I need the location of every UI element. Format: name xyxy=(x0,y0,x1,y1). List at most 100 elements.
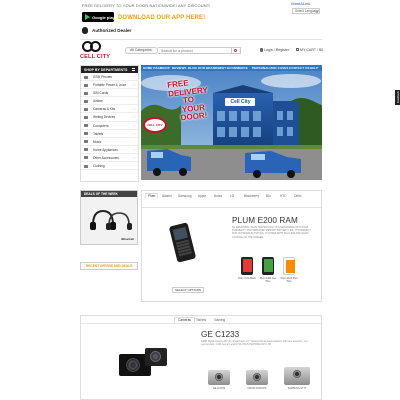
variant-phone-1[interactable] xyxy=(241,257,253,275)
language-label: Select Language xyxy=(295,9,319,13)
google-play-label: Google play xyxy=(92,14,115,20)
sidebar-item-writing-devices[interactable]: Writing Devices › xyxy=(81,113,138,122)
tab-tablets[interactable]: Tablets xyxy=(196,318,206,322)
sidebar-item-portable-power[interactable]: Portable Power & Juice › xyxy=(81,81,138,90)
top-bar: FREE DELIVERY TO YOUR DOOR NATIONWIDE! A… xyxy=(0,0,400,11)
tab-htc[interactable]: HTC xyxy=(280,194,287,198)
free-shipping-text: FREE DELIVERY TO YOUR DOOR NATIONWIDE! A… xyxy=(82,3,211,8)
variant-label-1[interactable]: GE J1470S xyxy=(207,387,231,390)
nav-shop[interactable]: SHOP xyxy=(161,66,170,70)
sidebar-item-computers[interactable]: Computers › xyxy=(81,122,138,130)
sidebar-item-sim-cards[interactable]: SIM Cards xyxy=(81,89,138,98)
music-icon xyxy=(84,140,88,144)
deals-brand: iBlueCell xyxy=(121,237,134,241)
brand-tabs: Plum Alcatel Samsung Apple Nokia LG Blac… xyxy=(142,191,321,208)
sidebar-item-music[interactable]: Music xyxy=(81,138,138,146)
variant-camera-3[interactable] xyxy=(284,367,310,385)
sign-badge-label: CELL CITY xyxy=(147,123,163,127)
nav-contact-us[interactable]: CONTACT US xyxy=(289,66,309,70)
tab-apple[interactable]: Apple xyxy=(198,194,206,198)
feedback-tab[interactable]: Feedback xyxy=(395,90,400,105)
tab-nokia[interactable]: Nokia xyxy=(214,194,222,198)
product-image-camera-back[interactable] xyxy=(145,348,167,366)
variant-camera-1[interactable] xyxy=(208,370,230,385)
site-logo[interactable]: CELL CITY xyxy=(80,40,110,62)
download-app-link[interactable]: DOWNLOAD OUR APP HERE! xyxy=(118,15,205,21)
camera-lens xyxy=(215,373,223,381)
sidebar-item-tablets[interactable]: Tablets › xyxy=(81,130,138,138)
phone-screen xyxy=(172,226,188,241)
sidebar-header[interactable]: SHOP BY DEPARTMENTS xyxy=(81,66,138,73)
cart-link[interactable]: MY CART / $0 xyxy=(300,48,323,52)
tab-orbic[interactable]: Orbic xyxy=(294,194,302,198)
nav-home[interactable]: HOME PAGE xyxy=(143,66,162,70)
tab-gaming[interactable]: Gaming xyxy=(214,318,225,322)
nav-personalized-cases[interactable]: PERSONALIZED CASES xyxy=(252,66,288,70)
sidebar-item-label: Portable Power & Juice xyxy=(93,83,127,88)
department-sidebar: SHOP BY DEPARTMENTS GSM Phones › Portable… xyxy=(80,65,139,182)
nav-help[interactable]: HELP xyxy=(310,66,318,70)
product-title[interactable]: PLUM E200 RAM xyxy=(232,216,298,225)
variant-label-3[interactable]: SAMSUNG ST77 xyxy=(285,387,309,390)
battery-icon xyxy=(84,83,88,87)
product-title[interactable]: GE C1233 xyxy=(201,330,239,339)
phone-screen xyxy=(263,259,273,272)
nav-our-brands[interactable]: OUR BRANDS xyxy=(198,66,219,70)
hero-banner[interactable]: FREE DELIVERY TO YOUR DOOR! CELL CITY Ce… xyxy=(141,71,322,180)
sim-card-icon xyxy=(84,91,88,95)
authorized-dealer-label: Authorized Dealer xyxy=(92,28,132,33)
variant-label-2[interactable]: Plum Z101 Axe Plus xyxy=(258,277,278,283)
sidebar-item-cameras[interactable]: Cameras & Kits › xyxy=(81,105,138,114)
menu-icon xyxy=(132,68,135,71)
variant-label-1[interactable]: Plum X PA Black xyxy=(237,277,257,280)
sidebar-item-other-accessories[interactable]: Other Accessories › xyxy=(81,154,138,163)
nav-blog[interactable]: BLOG xyxy=(188,66,197,70)
product-image-phone[interactable] xyxy=(168,222,197,263)
search-input[interactable] xyxy=(158,47,232,54)
tab-blackberry[interactable]: Blackberry xyxy=(244,194,259,198)
weblink[interactable]: WantALink xyxy=(291,1,310,6)
appliance-icon xyxy=(84,148,88,152)
google-play-icon xyxy=(85,14,90,20)
tab-plum[interactable]: Plum xyxy=(145,193,159,198)
recent-offers-link[interactable]: RECENT OFFERS AND DEALS xyxy=(80,262,138,270)
sidebar-item-airtime[interactable]: Airtime xyxy=(81,97,138,106)
product-description: 3G DESIGNING. PLUM TECHNOLOGY IS A NEW B… xyxy=(232,226,311,239)
variant-label-2[interactable]: NIKON COOLPIX xyxy=(245,387,269,390)
tab-alcatel[interactable]: Alcatel xyxy=(162,194,172,198)
feedback-label: Feedback xyxy=(395,91,400,104)
category-select[interactable]: All Categories xyxy=(125,47,158,54)
tab-lg[interactable]: LG xyxy=(230,194,234,198)
variant-phone-2[interactable] xyxy=(262,257,274,275)
sidebar-item-label: Clothing xyxy=(93,164,105,169)
sidebar-item-clothing[interactable]: Clothing xyxy=(81,162,138,171)
tab-blu[interactable]: Blu xyxy=(266,194,271,198)
sidebar-item-label: Other Accessories xyxy=(93,155,119,160)
variant-label-3[interactable]: Plum Z100 Plus Plus xyxy=(279,277,299,283)
tab-cameras[interactable]: Cameras xyxy=(174,317,195,323)
nav-reviews[interactable]: REVIEWS xyxy=(172,66,187,70)
chevron-right-icon: › xyxy=(133,106,135,112)
user-icon xyxy=(260,48,263,52)
login-register-link[interactable]: Login / Register xyxy=(264,48,289,52)
phone-icon xyxy=(84,75,88,79)
store-badge-sign: CELL CITY xyxy=(143,117,167,133)
sidebar-item-label: SIM Cards xyxy=(93,91,109,96)
pen-icon xyxy=(84,115,88,119)
tab-samsung[interactable]: Samsung xyxy=(178,194,191,198)
sidebar-item-label: Airtime xyxy=(93,99,103,104)
sidebar-item-home-appliances[interactable]: Home Appliances › xyxy=(81,146,138,154)
search-button[interactable] xyxy=(232,47,241,54)
nav-why-ecommerce[interactable]: WHY ECOMMERCE xyxy=(219,66,248,70)
variant-phone-3[interactable] xyxy=(283,257,295,275)
select-options-button[interactable]: SELECT OPTIONS xyxy=(172,287,204,293)
language-select[interactable]: Select Language ▾ xyxy=(292,8,320,14)
chevron-right-icon: › xyxy=(133,130,135,136)
header-divider xyxy=(80,39,322,40)
deals-of-the-week[interactable]: DEALS OF THE WEEK iBlueCell xyxy=(80,190,138,245)
sidebar-item-gsm-phones[interactable]: GSM Phones › xyxy=(81,73,138,82)
google-play-badge[interactable]: Google play xyxy=(82,12,115,22)
chevron-right-icon: › xyxy=(133,146,135,152)
variant-camera-2[interactable] xyxy=(246,370,268,385)
sidebar-item-label: Home Appliances xyxy=(93,147,118,152)
